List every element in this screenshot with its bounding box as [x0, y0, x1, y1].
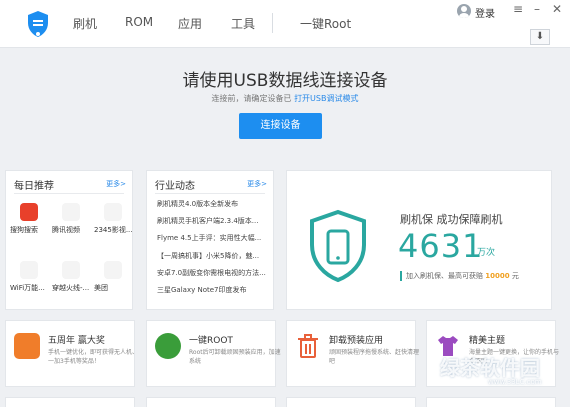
tencent-video-icon — [62, 203, 80, 221]
divider — [155, 193, 265, 194]
industry-news-card: 行业动态 更多> 刷机精灵4.0版本全新发布 刷机精灵手机客户端2.3.4版本.… — [146, 170, 274, 310]
app-tile[interactable]: 美团 — [94, 259, 136, 301]
app-tile[interactable]: 2345影视... — [94, 201, 136, 243]
app-tile[interactable]: WiFi万能... — [10, 259, 52, 301]
nav-tools[interactable]: 工具 — [231, 15, 255, 32]
feature-desc: Root后可卸载顽固预装应用，加速系统 — [189, 349, 281, 365]
flash-count-unit: 万次 — [477, 248, 496, 258]
user-avatar-icon[interactable] — [457, 4, 471, 18]
news-item[interactable]: 三星Galaxy Note7印度发布 — [157, 285, 275, 295]
root-icon — [155, 333, 181, 359]
news-more-link[interactable]: 更多> — [247, 179, 267, 189]
app-label: 2345影视... — [94, 226, 133, 234]
connect-panel: 请使用USB数据线连接设备 连接前，请确定设备已 打开USB调试模式 连接设备 — [0, 48, 570, 166]
feature-title: 一键ROOT — [189, 336, 233, 346]
anniversary-icon — [14, 333, 40, 359]
hero-title: 请使用USB数据线连接设备 — [182, 71, 388, 91]
divider — [14, 193, 124, 194]
close-icon[interactable]: ✕ — [550, 2, 564, 16]
news-item[interactable]: 刷机精灵手机客户端2.3.4版本... — [157, 216, 275, 226]
watermark-text: 绿茶软件园 — [440, 356, 540, 380]
flash-guarantee-card: 刷机保 成功保障刷机 4631 万次 加入刷机保、最高可获赔 10000 元 — [286, 170, 552, 310]
nav-divider — [272, 13, 273, 33]
news-item[interactable]: 安卓7.0副版变你需根电视的方法... — [157, 268, 275, 278]
app-label: 腾讯视频 — [52, 226, 80, 234]
guarantee-title: 刷机保 成功保障刷机 — [400, 213, 503, 226]
app-tile[interactable]: 腾讯视频 — [52, 201, 94, 243]
app-label: 穿越火线-... — [52, 284, 90, 292]
daily-recommend-card: 每日推荐 更多> 搜狗搜索 腾讯视频 2345影视... WiFi万能... 穿… — [5, 170, 133, 310]
guarantee-amount: 10000 — [485, 272, 510, 280]
app-tile[interactable]: 穿越火线-... — [52, 259, 94, 301]
daily-title: 每日推荐 — [14, 181, 54, 192]
news-title: 行业动态 — [155, 181, 195, 192]
flash-count: 4631 — [398, 227, 484, 265]
hero-subtitle-text: 连接前，请确定设备已 — [211, 94, 292, 103]
feature-title: 卸载预装应用 — [329, 336, 384, 346]
feature-title: 五周年 赢大奖 — [48, 336, 105, 346]
watermark-url: www.33LC.com — [488, 378, 542, 386]
hero-subtitle: 连接前，请确定设备已 打开USB调试模式 — [0, 93, 570, 104]
news-item[interactable]: 刷机精灵4.0版本全新发布 — [157, 199, 275, 209]
guarantee-footer[interactable]: 加入刷机保、最高可获赔 10000 元 — [400, 271, 519, 281]
nav-apps[interactable]: 应用 — [178, 15, 202, 32]
app-label: WiFi万能... — [10, 284, 45, 292]
partial-card — [286, 397, 416, 407]
guarantee-footer-text: 加入刷机保、最高可获赔 — [406, 272, 483, 280]
minimize-icon[interactable]: – — [530, 2, 544, 16]
meituan-icon — [104, 261, 122, 279]
app-tile[interactable]: 搜狗搜索 — [10, 201, 52, 243]
news-item[interactable]: 【一周搞机事】小米5降价，魅... — [157, 251, 275, 261]
top-bar: 刷机 ROM 应用 工具 一键Root 登录 ≡ – ✕ ⬇ — [0, 0, 570, 48]
download-icon[interactable]: ⬇ — [530, 29, 550, 45]
daily-more-link[interactable]: 更多> — [106, 179, 126, 189]
uninstall-preinstalled-card[interactable]: 卸载预装应用 顽固预装程序拖慢系统、赶快清理吧 — [286, 320, 419, 387]
wifi-icon — [20, 261, 38, 279]
video-icon — [104, 203, 122, 221]
partial-card — [5, 397, 135, 407]
one-click-root-card[interactable]: 一键ROOT Root后可卸载顽固预装应用，加速系统 — [146, 320, 281, 387]
usb-debug-link[interactable]: 打开USB调试模式 — [294, 94, 358, 103]
nav-rom[interactable]: ROM — [125, 15, 153, 29]
sogou-icon — [20, 203, 38, 221]
feature-desc: 顽固预装程序拖慢系统、赶快清理吧 — [329, 349, 420, 365]
app-logo-icon — [28, 11, 48, 37]
trash-icon — [298, 334, 318, 358]
partial-card — [426, 397, 556, 407]
login-link[interactable]: 登录 — [475, 5, 495, 20]
game-icon — [62, 261, 80, 279]
app-label: 搜狗搜索 — [10, 226, 38, 234]
app-label: 美团 — [94, 284, 108, 292]
feature-title: 精美主题 — [469, 336, 506, 346]
feature-desc: 手机一键优化，即可获得无人机、一加3手机等奖品！ — [48, 349, 139, 365]
partial-card — [146, 397, 276, 407]
guarantee-currency: 元 — [511, 272, 519, 280]
shield-phone-icon — [310, 209, 366, 283]
menu-icon[interactable]: ≡ — [511, 2, 525, 16]
nav-one-click-root[interactable]: 一键Root — [300, 15, 351, 32]
connect-device-button[interactable]: 连接设备 — [239, 113, 322, 139]
news-item[interactable]: Flyme 4.5上手评：实用性大幅... — [157, 233, 275, 243]
anniversary-card[interactable]: 五周年 赢大奖 手机一键优化，即可获得无人机、一加3手机等奖品！ — [5, 320, 138, 387]
nav-flash[interactable]: 刷机 — [73, 15, 97, 32]
